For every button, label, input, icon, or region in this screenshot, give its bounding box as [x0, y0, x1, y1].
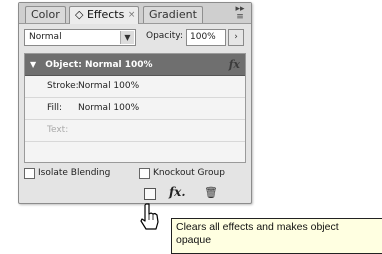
blend-mode-value: Normal [29, 32, 62, 42]
opacity-label: Opacity: [146, 31, 183, 41]
list-item-fill[interactable]: Fill: Normal 100% [25, 98, 245, 120]
tooltip: Clears all effects and makes object opaq… [171, 218, 382, 254]
blend-controls: Normal ▼ Opacity: 100% › [24, 29, 246, 47]
tab-gradient-label: Gradient [149, 8, 197, 21]
chevron-down-icon[interactable]: ▼ [120, 31, 134, 44]
list-item-stroke[interactable]: Stroke: Normal 100% [25, 76, 245, 98]
opacity-field[interactable]: 100% [186, 29, 226, 46]
opacity-value: 100% [190, 32, 216, 42]
trash-icon[interactable]: 🗑 [204, 186, 218, 199]
knockout-group-checkbox[interactable] [139, 168, 150, 179]
isolate-blending-label: Isolate Blending [38, 168, 111, 178]
panel-footer: fx. 🗑 [19, 185, 251, 203]
attribute-label: Fill: [47, 103, 63, 113]
attribute-label: Text: [47, 125, 69, 135]
effects-panel: Color ◇ Effects × Gradient ▸▸ ≡ Normal ▼ … [18, 2, 252, 204]
tab-close-icon[interactable]: × [128, 7, 136, 23]
attribute-label: Stroke: [47, 81, 79, 91]
blend-mode-select[interactable]: Normal ▼ [24, 29, 136, 46]
panel-menu-icon[interactable]: ▸▸ ≡ [233, 5, 247, 22]
hand-cursor-icon [140, 203, 159, 230]
list-item-text[interactable]: Text: [25, 120, 245, 142]
object-row-label: Object: Normal 100% [45, 60, 153, 70]
clear-effects-icon[interactable] [144, 188, 156, 200]
panel-tab-bar: Color ◇ Effects × Gradient ▸▸ ≡ [19, 3, 251, 24]
tab-color[interactable]: Color [25, 6, 66, 23]
knockout-group-label: Knockout Group [153, 168, 225, 178]
object-row[interactable]: ▼ Object: Normal 100% fx [25, 54, 245, 76]
opacity-slider-toggle[interactable]: › [228, 29, 244, 46]
tab-effects-label: ◇ Effects [75, 8, 125, 21]
tab-gradient[interactable]: Gradient [143, 6, 203, 23]
tab-effects[interactable]: ◇ Effects × [69, 6, 140, 24]
tooltip-line: opaque [176, 234, 212, 246]
tab-color-label: Color [31, 8, 60, 21]
attribute-value: Normal 100% [78, 103, 140, 113]
disclosure-triangle-icon[interactable]: ▼ [30, 60, 36, 69]
fx-menu-icon[interactable]: fx. [169, 185, 186, 199]
isolate-blending-checkbox[interactable] [24, 168, 35, 179]
tooltip-line: Clears all effects and makes object [176, 221, 339, 233]
attribute-value: Normal 100% [78, 81, 140, 91]
blending-options: Isolate Blending Knockout Group [24, 167, 246, 183]
attribute-list: ▼ Object: Normal 100% fx Stroke: Normal … [24, 53, 246, 163]
fx-icon: fx [228, 58, 240, 71]
